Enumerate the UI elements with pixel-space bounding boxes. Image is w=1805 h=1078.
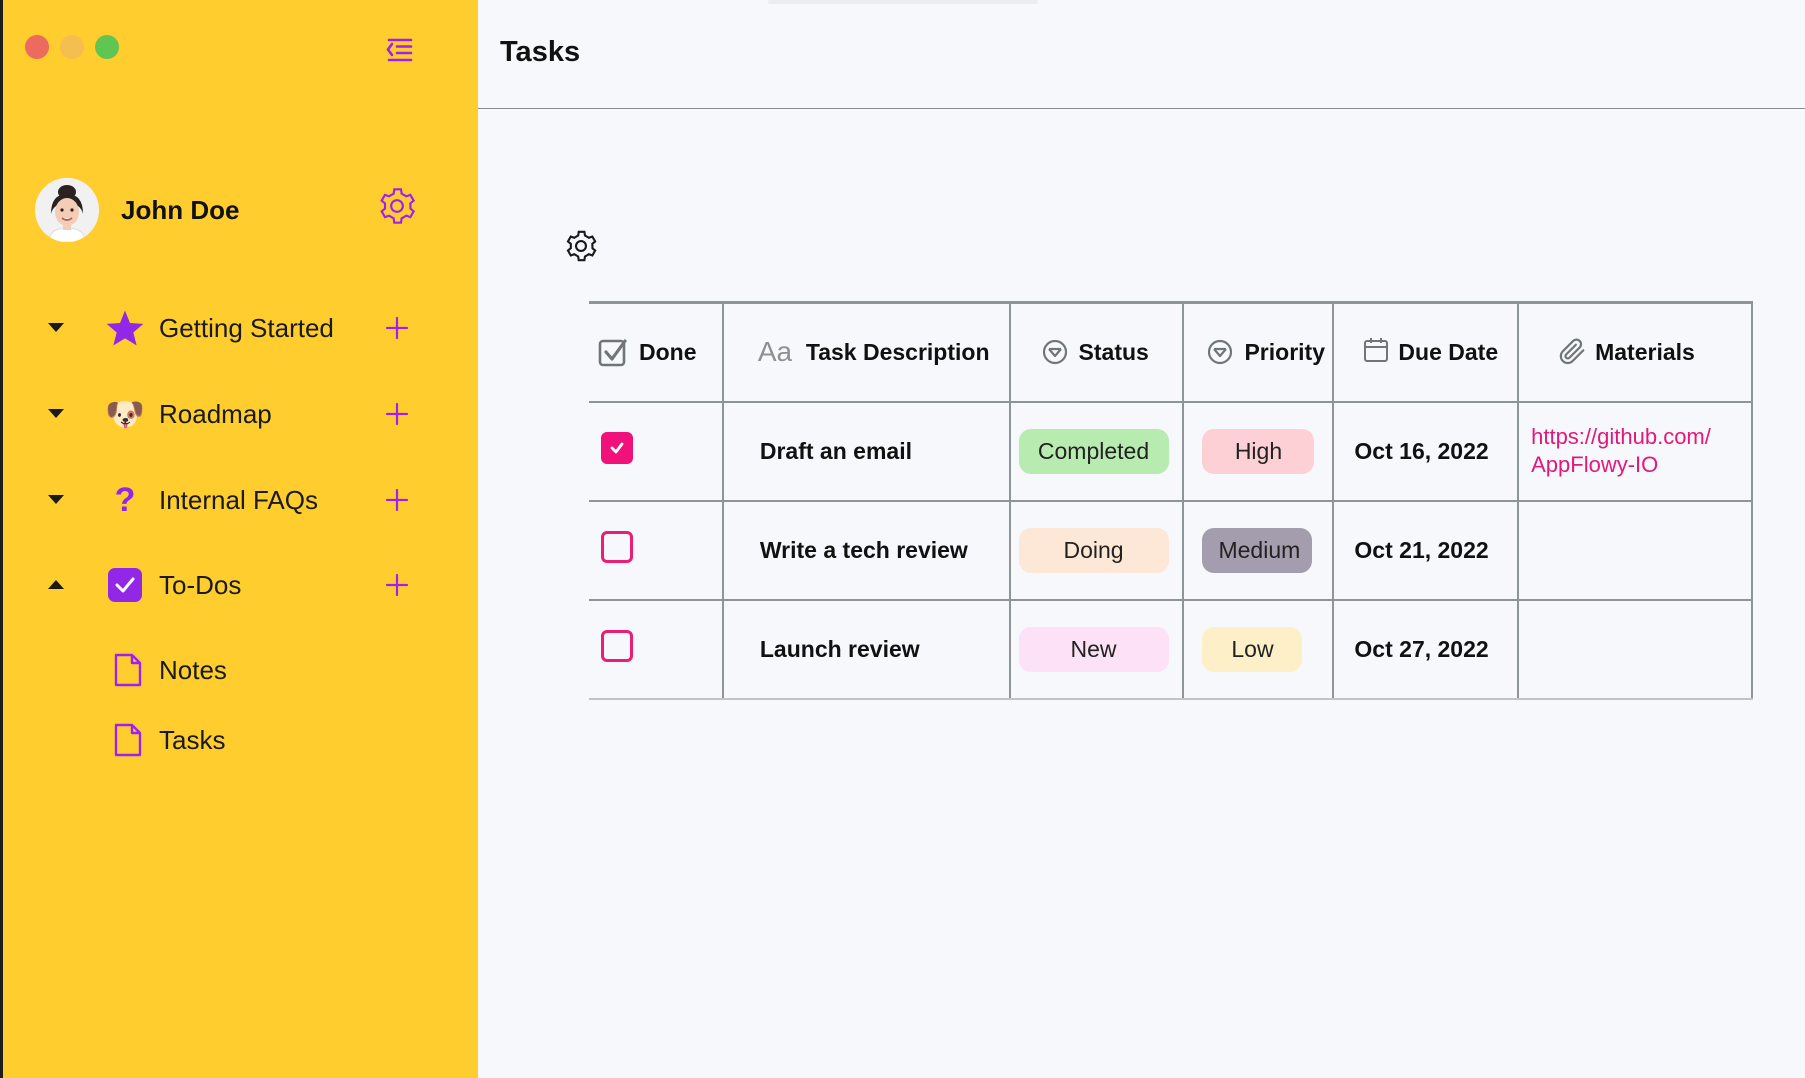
- priority-badge: Low: [1202, 626, 1303, 672]
- priority-cell[interactable]: High: [1182, 400, 1335, 502]
- column-header-done[interactable]: Done: [589, 301, 724, 403]
- table-row: Draft an email Completed High Oct 16, 20…: [589, 400, 1753, 502]
- select-icon: [1206, 336, 1238, 368]
- priority-cell[interactable]: Low: [1182, 598, 1335, 700]
- materials-cell[interactable]: [1517, 598, 1753, 700]
- task-description-cell[interactable]: Write a tech review: [721, 499, 1011, 601]
- grid-settings-gear-icon[interactable]: [564, 229, 598, 263]
- grid-header-row: Done Aa Task Description Status Priority…: [589, 301, 1753, 403]
- status-badge: Completed: [1018, 428, 1169, 474]
- sidebar-item-label: Getting Started: [159, 312, 334, 343]
- task-description: Launch review: [759, 635, 920, 662]
- caret-down-icon[interactable]: [45, 403, 67, 425]
- column-header-label: Done: [639, 338, 697, 365]
- task-grid: Done Aa Task Description Status Priority…: [589, 301, 1753, 700]
- sidebar-item-label: Internal FAQs: [159, 484, 318, 515]
- paperclip-icon: [1557, 336, 1589, 368]
- priority-badge: Medium: [1202, 527, 1313, 573]
- sidebar-item-label: To-Dos: [159, 569, 242, 600]
- done-checkbox[interactable]: [601, 531, 633, 563]
- star-icon: [105, 308, 145, 348]
- page-title: Tasks: [500, 36, 581, 68]
- sidebar-item-label: Roadmap: [159, 398, 272, 429]
- page-header: Tasks: [478, 0, 1805, 109]
- close-window-button[interactable]: [25, 35, 49, 59]
- done-cell: [589, 499, 724, 601]
- settings-gear-icon[interactable]: [377, 186, 417, 226]
- checkbox-icon: [105, 565, 145, 605]
- column-header-due-date[interactable]: Due Date: [1332, 301, 1520, 403]
- done-checkbox-checked[interactable]: [601, 432, 633, 464]
- maximize-window-button[interactable]: [95, 35, 119, 59]
- user-name: John Doe: [121, 194, 240, 225]
- add-page-icon[interactable]: [383, 314, 411, 342]
- window-controls: [25, 35, 119, 59]
- select-icon: [1041, 336, 1073, 368]
- column-header-label: Materials: [1595, 338, 1695, 365]
- task-description-cell[interactable]: Launch review: [721, 598, 1011, 700]
- status-cell[interactable]: Completed: [1008, 400, 1185, 502]
- minimize-window-button[interactable]: [60, 35, 84, 59]
- collapse-sidebar-icon[interactable]: [383, 36, 415, 64]
- sidebar-item-tasks[interactable]: Tasks: [3, 715, 481, 765]
- sidebar-item-notes[interactable]: Notes: [3, 645, 481, 695]
- due-date-cell[interactable]: Oct 27, 2022: [1332, 598, 1520, 700]
- avatar[interactable]: [35, 178, 99, 242]
- document-icon: [113, 653, 143, 687]
- done-checkbox[interactable]: [601, 630, 633, 662]
- column-header-label: Priority: [1244, 338, 1325, 365]
- text-icon: Aa: [757, 336, 793, 368]
- task-description: Draft an email: [759, 437, 912, 464]
- materials-cell[interactable]: [1517, 499, 1753, 601]
- done-cell: [589, 598, 724, 700]
- table-row: Write a tech review Doing Medium Oct 21,…: [589, 499, 1753, 601]
- due-date-cell[interactable]: Oct 21, 2022: [1332, 499, 1520, 601]
- document-icon: [113, 723, 143, 757]
- task-description: Write a tech review: [759, 536, 968, 563]
- table-row: Launch review New Low Oct 27, 2022: [589, 598, 1753, 700]
- column-header-label: Due Date: [1398, 338, 1499, 365]
- priority-cell[interactable]: Medium: [1182, 499, 1335, 601]
- due-date: Oct 21, 2022: [1354, 536, 1489, 563]
- sidebar-item-to-dos[interactable]: To-Dos: [3, 560, 481, 610]
- main-content: Tasks Done Aa Task Description Status Pr…: [478, 0, 1805, 1078]
- materials-link[interactable]: https://github.com/: [1531, 423, 1751, 451]
- sidebar-item-getting-started[interactable]: Getting Started: [3, 303, 481, 353]
- task-description-cell[interactable]: Draft an email: [721, 400, 1011, 502]
- add-page-icon[interactable]: [383, 400, 411, 428]
- caret-up-icon[interactable]: [45, 574, 67, 596]
- sidebar-item-label: Notes: [159, 654, 227, 685]
- due-date: Oct 16, 2022: [1354, 437, 1489, 464]
- checkbox-icon: [597, 336, 629, 368]
- due-date-cell[interactable]: Oct 16, 2022: [1332, 400, 1520, 502]
- add-page-icon[interactable]: [383, 571, 411, 599]
- column-header-task-description[interactable]: Aa Task Description: [721, 301, 1011, 403]
- sidebar-item-internal-faqs[interactable]: ? Internal FAQs: [3, 475, 481, 525]
- due-date: Oct 27, 2022: [1354, 635, 1489, 662]
- caret-down-icon[interactable]: [45, 317, 67, 339]
- calendar-icon: [1362, 336, 1394, 368]
- column-header-label: Status: [1078, 338, 1149, 365]
- dog-icon: 🐶: [105, 396, 145, 432]
- sidebar-item-roadmap[interactable]: 🐶 Roadmap: [3, 389, 481, 439]
- done-cell: [589, 400, 724, 502]
- caret-down-icon[interactable]: [45, 489, 67, 511]
- add-page-icon[interactable]: [383, 486, 411, 514]
- sidebar-item-label: Tasks: [159, 724, 226, 755]
- column-header-label: Task Description: [805, 338, 990, 365]
- sidebar: John Doe Getting Started 🐶 Roadmap ? Int…: [0, 0, 478, 1078]
- materials-cell[interactable]: https://github.com/ AppFlowy-IO: [1517, 400, 1753, 502]
- question-icon: ?: [114, 480, 136, 519]
- status-cell[interactable]: Doing: [1008, 499, 1185, 601]
- status-badge: Doing: [1018, 527, 1169, 573]
- column-header-materials[interactable]: Materials: [1517, 301, 1753, 403]
- user-profile[interactable]: John Doe: [35, 178, 425, 242]
- status-badge: New: [1018, 626, 1169, 672]
- column-header-status[interactable]: Status: [1008, 301, 1185, 403]
- priority-badge: High: [1202, 428, 1315, 474]
- column-header-priority[interactable]: Priority: [1182, 301, 1335, 403]
- status-cell[interactable]: New: [1008, 598, 1185, 700]
- materials-link[interactable]: AppFlowy-IO: [1531, 451, 1751, 479]
